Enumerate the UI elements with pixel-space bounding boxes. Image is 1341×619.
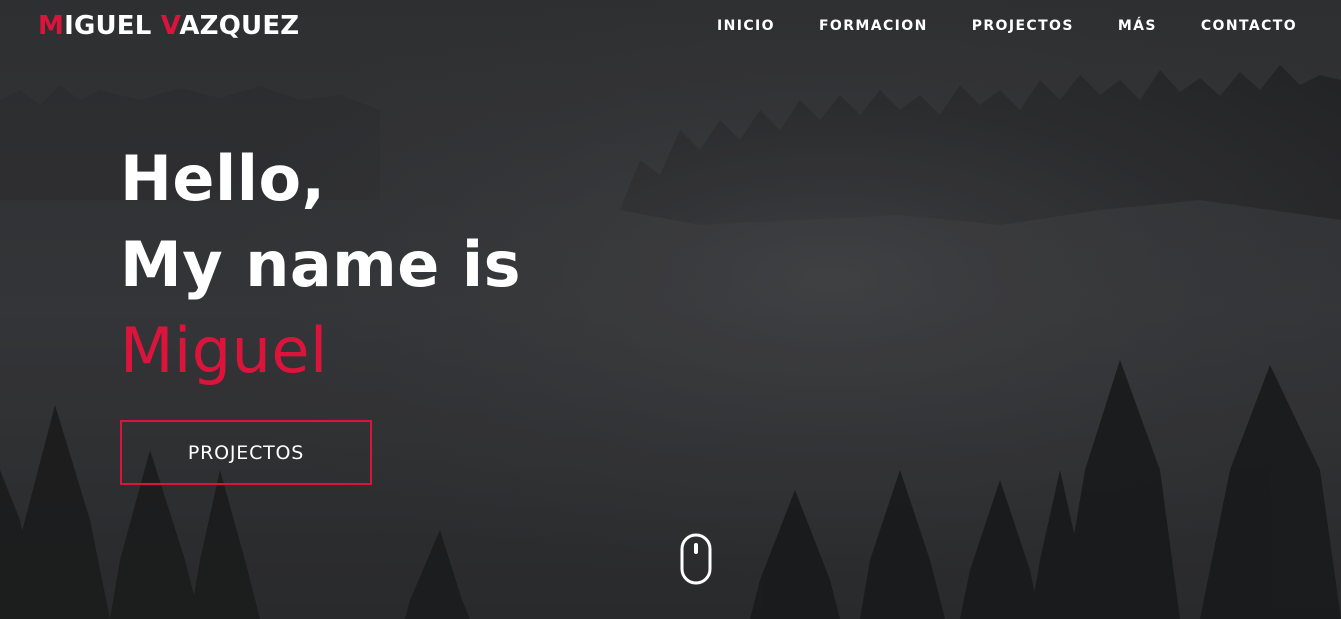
nav-item-mas[interactable]: MÁS — [1118, 17, 1157, 35]
hero-heading: Hello, My name is Miguel — [120, 136, 820, 394]
top-navbar: MIGUEL VAZQUEZ INICIO FORMACION PROJECTO… — [0, 0, 1341, 54]
nav-item-contacto[interactable]: CONTACTO — [1201, 17, 1297, 35]
brand-logo-link[interactable]: MIGUEL VAZQUEZ — [38, 8, 299, 44]
nav-item-formacion[interactable]: FORMACION — [819, 17, 928, 35]
nav-menu: INICIO FORMACION PROJECTOS MÁS CONTACTO — [717, 17, 1297, 35]
brand-first-rest: IGUEL — [64, 11, 161, 41]
brand-first-initial: M — [38, 11, 65, 41]
hero-name: Miguel — [120, 314, 328, 387]
hero-greeting: Hello, — [120, 142, 326, 215]
hero-intro-line: My name is — [120, 228, 522, 301]
mouse-scroll-icon[interactable] — [680, 533, 712, 585]
projectos-cta-button[interactable]: PROJECTOS — [120, 420, 372, 485]
brand-last-rest: AZQUEZ — [179, 11, 300, 41]
nav-item-inicio[interactable]: INICIO — [717, 17, 775, 35]
hero-intro: Hello, My name is Miguel — [120, 136, 820, 394]
nav-item-projectos[interactable]: PROJECTOS — [972, 17, 1074, 35]
brand-last-initial: V — [160, 11, 180, 41]
